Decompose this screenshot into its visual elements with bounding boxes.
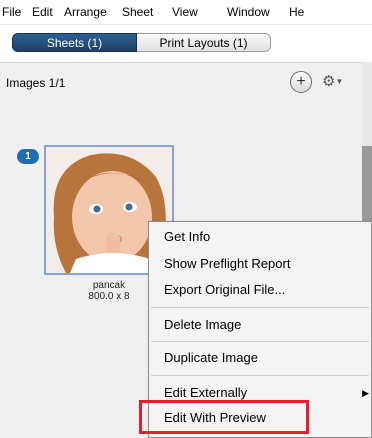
menu-bar: File Edit Arrange Sheet View Window He — [0, 0, 372, 25]
menu-item-duplicate-image[interactable]: Duplicate Image — [149, 346, 372, 370]
submenu-arrow-icon: ▶ — [362, 388, 369, 398]
menu-edit[interactable]: Edit — [32, 5, 53, 19]
menu-item-export-original-file[interactable]: Export Original File... — [149, 278, 372, 302]
image-index-badge: 1 — [17, 149, 39, 164]
menu-item-show-preflight-report[interactable]: Show Preflight Report — [149, 252, 372, 276]
menu-separator — [151, 341, 369, 342]
scrollbar-track — [362, 62, 372, 146]
highlight-annotation — [139, 400, 309, 434]
add-image-button[interactable]: + — [290, 71, 312, 93]
menu-item-delete-image[interactable]: Delete Image — [149, 313, 372, 337]
tab-sheets[interactable]: Sheets (1) — [12, 33, 137, 52]
gear-menu-button[interactable]: ⚙▼ — [322, 71, 352, 93]
caret-down-icon: ▼ — [335, 77, 344, 87]
menu-item-get-info[interactable]: Get Info — [149, 225, 372, 249]
plus-circle-icon: + — [296, 73, 306, 90]
menu-item-label: Export Original File... — [164, 282, 286, 297]
menu-sheet[interactable]: Sheet — [122, 5, 153, 19]
menu-file[interactable]: File — [2, 5, 21, 19]
menu-item-label: Show Preflight Report — [164, 256, 291, 271]
menu-item-label: Duplicate Image — [164, 350, 258, 365]
menu-window[interactable]: Window — [227, 5, 270, 19]
tab-bar: Sheets (1) Print Layouts (1) — [0, 25, 372, 61]
tab-print-layouts[interactable]: Print Layouts (1) — [137, 33, 271, 52]
menu-separator — [151, 375, 369, 376]
images-panel-header: Images 1/1 + ⚙▼ — [0, 62, 362, 134]
menu-help[interactable]: He — [289, 5, 304, 19]
menu-view[interactable]: View — [172, 5, 198, 19]
gear-icon: ⚙ — [322, 73, 336, 90]
images-count-title: Images 1/1 — [6, 76, 66, 90]
menu-item-label: Get Info — [164, 229, 211, 244]
menu-item-label: Delete Image — [164, 317, 242, 332]
menu-separator — [151, 307, 369, 308]
menu-arrange[interactable]: Arrange — [64, 5, 107, 19]
